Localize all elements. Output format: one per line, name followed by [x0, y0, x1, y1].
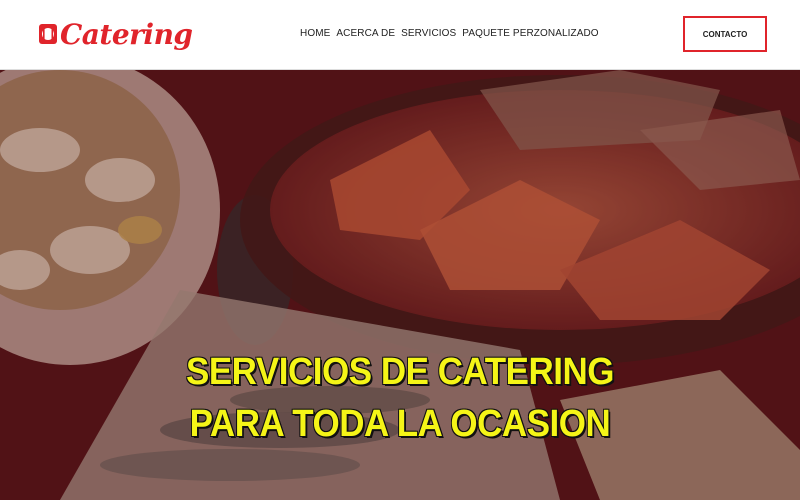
hero-title-line-1: SERVICIOS DE CATERING [185, 351, 615, 393]
site-header: Catering HOME ACERCA DE SERVICIOS PAQUET… [0, 0, 800, 70]
logo[interactable]: Catering [38, 14, 193, 54]
hero-title: SERVICIOS DE CATERING PARA TODA LA OCASI… [0, 346, 800, 450]
hero-banner: SERVICIOS DE CATERING PARA TODA LA OCASI… [0, 70, 800, 500]
contact-button[interactable]: CONTACTO [683, 16, 767, 52]
nav-acerca-de[interactable]: ACERCA DE [336, 28, 395, 39]
logo-text: Catering [60, 17, 193, 51]
hero-title-line-2: PARA TODA LA OCASION [189, 403, 611, 445]
main-nav: HOME ACERCA DE SERVICIOS PAQUETE PERZONA… [300, 28, 599, 39]
nav-home[interactable]: HOME [300, 28, 330, 39]
catering-logo-icon [39, 24, 57, 44]
nav-servicios[interactable]: SERVICIOS [401, 28, 456, 39]
nav-paquete-personalizado[interactable]: PAQUETE PERZONALIZADO [462, 28, 598, 39]
